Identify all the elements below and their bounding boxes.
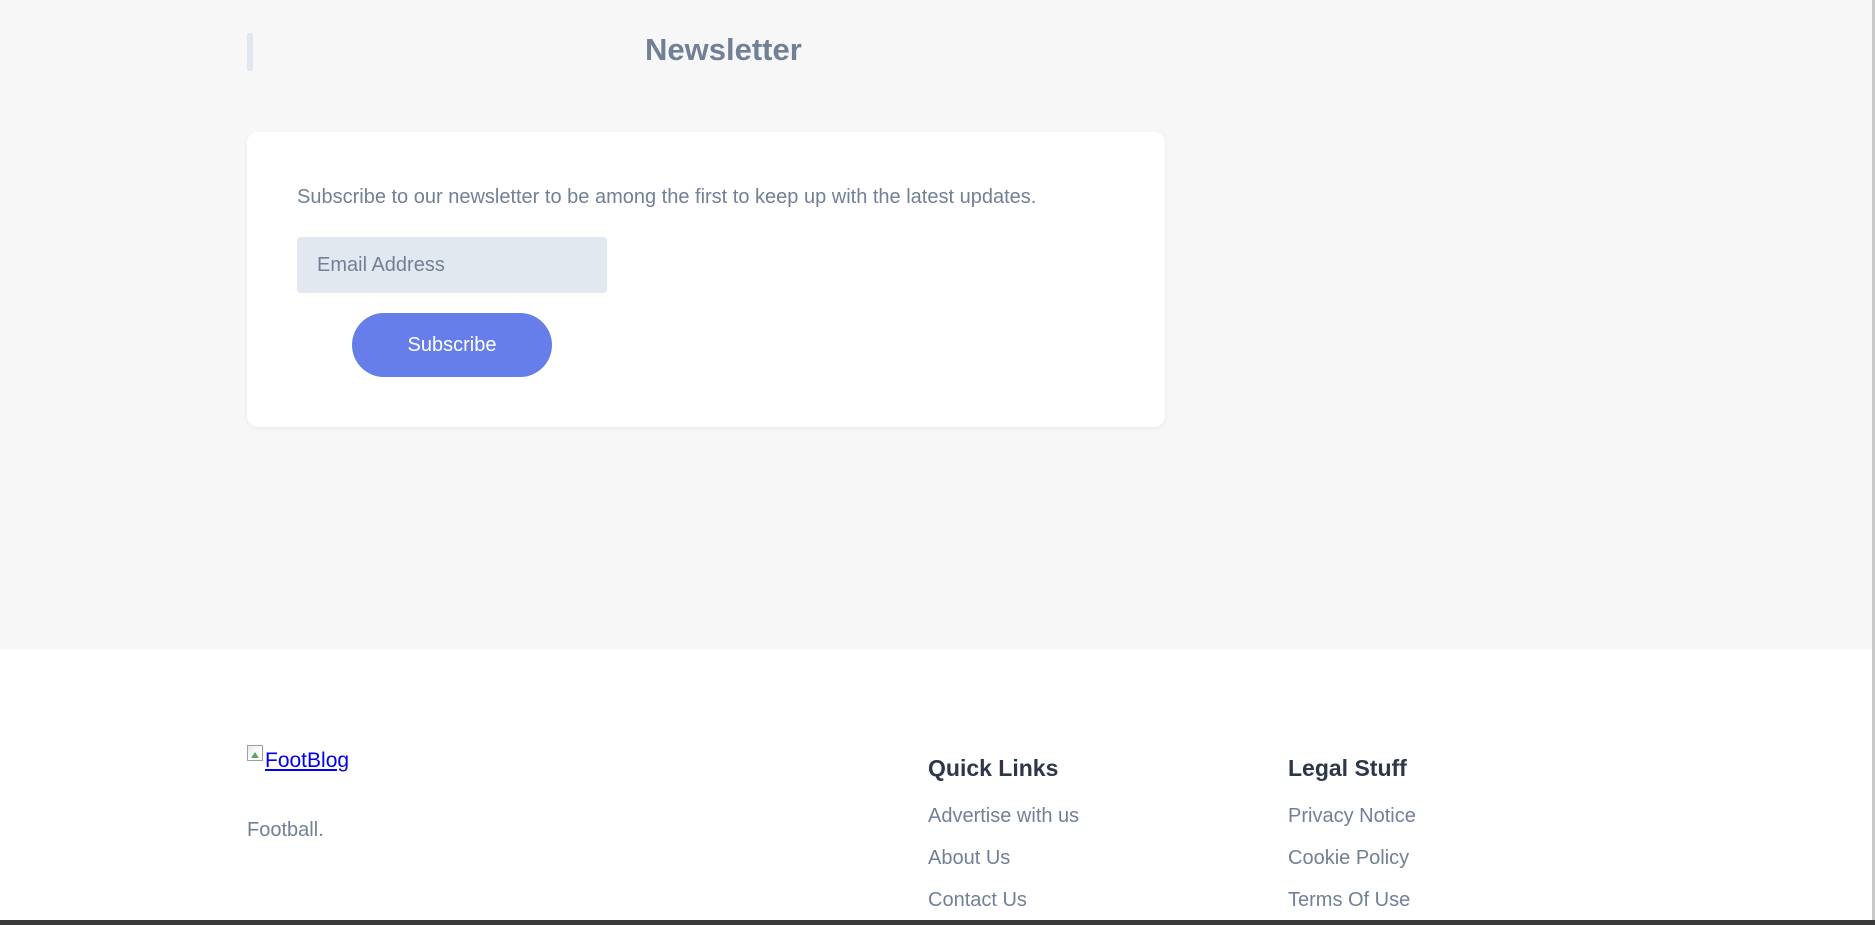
footer-tagline: Football.: [247, 819, 324, 841]
footer-logo-link[interactable]: FootBlog: [247, 745, 350, 773]
legal-column: Legal Stuff Privacy Notice Cookie Policy…: [1288, 755, 1416, 925]
footer-link-about[interactable]: About Us: [928, 846, 1079, 870]
title-accent-bar: [247, 33, 253, 71]
newsletter-card: Subscribe to our newsletter to be among …: [247, 132, 1165, 427]
bottom-edge-strip: [0, 920, 1875, 925]
email-input[interactable]: [297, 237, 607, 293]
newsletter-title: Newsletter: [645, 32, 802, 67]
site-footer: FootBlog Football. Quick Links Advertise…: [0, 649, 1872, 925]
quick-links-column: Quick Links Advertise with us About Us C…: [928, 755, 1079, 925]
newsletter-description: Subscribe to our newsletter to be among …: [297, 186, 1037, 208]
footer-logo-alt-text: FootBlog: [265, 749, 350, 772]
quick-links-heading: Quick Links: [928, 755, 1059, 781]
footer-link-privacy[interactable]: Privacy Notice: [1288, 804, 1416, 828]
footer-link-terms[interactable]: Terms Of Use: [1288, 888, 1416, 912]
newsletter-section: Newsletter Subscribe to our newsletter t…: [0, 0, 1875, 649]
broken-image-icon: [247, 745, 263, 761]
legal-heading: Legal Stuff: [1288, 755, 1407, 781]
subscribe-button[interactable]: Subscribe: [352, 313, 552, 377]
footer-link-cookie[interactable]: Cookie Policy: [1288, 846, 1416, 870]
footer-link-advertise[interactable]: Advertise with us: [928, 804, 1079, 828]
footer-link-contact[interactable]: Contact Us: [928, 888, 1079, 912]
